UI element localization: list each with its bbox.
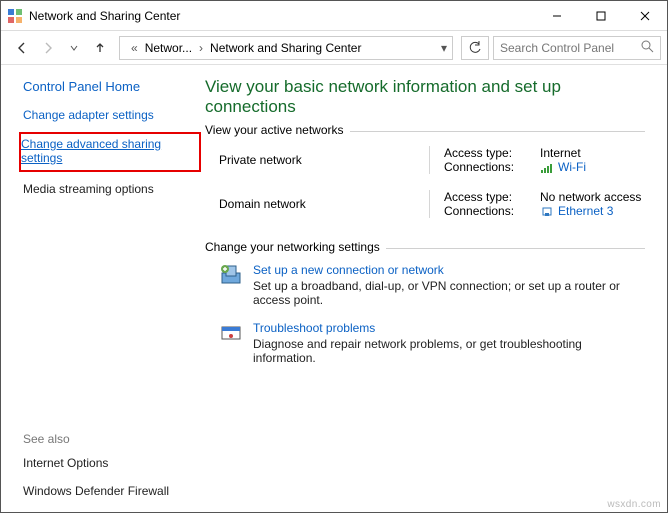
search-placeholder: Search Control Panel	[500, 41, 614, 55]
wifi-icon	[540, 160, 554, 174]
search-input[interactable]: Search Control Panel	[493, 36, 661, 60]
back-button[interactable]	[11, 37, 33, 59]
media-streaming-options-link[interactable]: Media streaming options	[23, 182, 195, 196]
maximize-button[interactable]	[579, 1, 623, 31]
window-title: Network and Sharing Center	[29, 9, 180, 23]
access-type-value: No network access	[540, 190, 641, 204]
address-bar[interactable]: « Networ... › Network and Sharing Center…	[119, 36, 453, 60]
search-icon	[641, 40, 654, 56]
setup-connection-icon	[219, 263, 243, 287]
control-panel-home-link[interactable]: Control Panel Home	[23, 79, 195, 94]
refresh-button[interactable]	[461, 36, 489, 60]
setup-connection-link[interactable]: Set up a new connection or network	[253, 263, 645, 277]
access-type-label: Access type:	[444, 146, 522, 160]
change-adapter-settings-link[interactable]: Change adapter settings	[23, 108, 195, 122]
main-content: View your basic network information and …	[201, 65, 667, 512]
troubleshoot-item: Troubleshoot problems Diagnose and repai…	[219, 321, 645, 365]
window: Network and Sharing Center « Networ... ›…	[0, 0, 668, 513]
change-settings-legend: Change your networking settings	[205, 240, 386, 254]
breadcrumb-item[interactable]: Networ...	[145, 41, 192, 55]
access-type-label: Access type:	[444, 190, 522, 204]
network-entry: Private network Access type: Internet Co…	[205, 140, 645, 184]
sidebar: Control Panel Home Change adapter settin…	[1, 65, 201, 512]
breadcrumb-item[interactable]: Network and Sharing Center	[210, 41, 361, 55]
troubleshoot-icon	[219, 321, 243, 345]
change-network-settings-group: Change your networking settings Set up a…	[205, 248, 645, 365]
navigation-bar: « Networ... › Network and Sharing Center…	[1, 31, 667, 65]
chevron-down-icon[interactable]: ▾	[438, 41, 450, 55]
access-type-value: Internet	[540, 146, 581, 160]
change-advanced-sharing-link[interactable]: Change advanced sharing settings	[21, 137, 161, 165]
ethernet-connection-link[interactable]: Ethernet 3	[540, 204, 613, 218]
connections-label: Connections:	[444, 160, 522, 174]
page-title: View your basic network information and …	[205, 77, 645, 117]
highlight-annotation: Change advanced sharing settings	[19, 132, 201, 172]
troubleshoot-link[interactable]: Troubleshoot problems	[253, 321, 645, 335]
connections-label: Connections:	[444, 204, 522, 218]
network-entry: Domain network Access type: No network a…	[205, 184, 645, 228]
forward-button[interactable]	[37, 37, 59, 59]
ethernet-icon	[540, 204, 554, 218]
active-networks-legend: View your active networks	[205, 123, 350, 137]
network-name: Private network	[219, 153, 429, 167]
active-networks-group: View your active networks Private networ…	[205, 131, 645, 228]
see-also-header: See also	[23, 432, 195, 446]
chevron-right-icon[interactable]: «	[128, 41, 141, 55]
troubleshoot-desc: Diagnose and repair network problems, or…	[253, 337, 645, 365]
titlebar: Network and Sharing Center	[1, 1, 667, 31]
watermark: wsxdn.com	[607, 499, 661, 510]
close-button[interactable]	[623, 1, 667, 31]
internet-options-link[interactable]: Internet Options	[23, 456, 195, 470]
windows-defender-firewall-link[interactable]: Windows Defender Firewall	[23, 484, 195, 498]
setup-connection-item: Set up a new connection or network Set u…	[219, 263, 645, 307]
wifi-connection-link[interactable]: Wi-Fi	[540, 160, 586, 174]
recent-locations-button[interactable]	[63, 37, 85, 59]
network-sharing-icon	[7, 8, 23, 24]
minimize-button[interactable]	[535, 1, 579, 31]
network-name: Domain network	[219, 197, 429, 211]
setup-connection-desc: Set up a broadband, dial-up, or VPN conn…	[253, 279, 645, 307]
up-button[interactable]	[89, 37, 111, 59]
chevron-right-icon[interactable]: ›	[196, 41, 206, 55]
